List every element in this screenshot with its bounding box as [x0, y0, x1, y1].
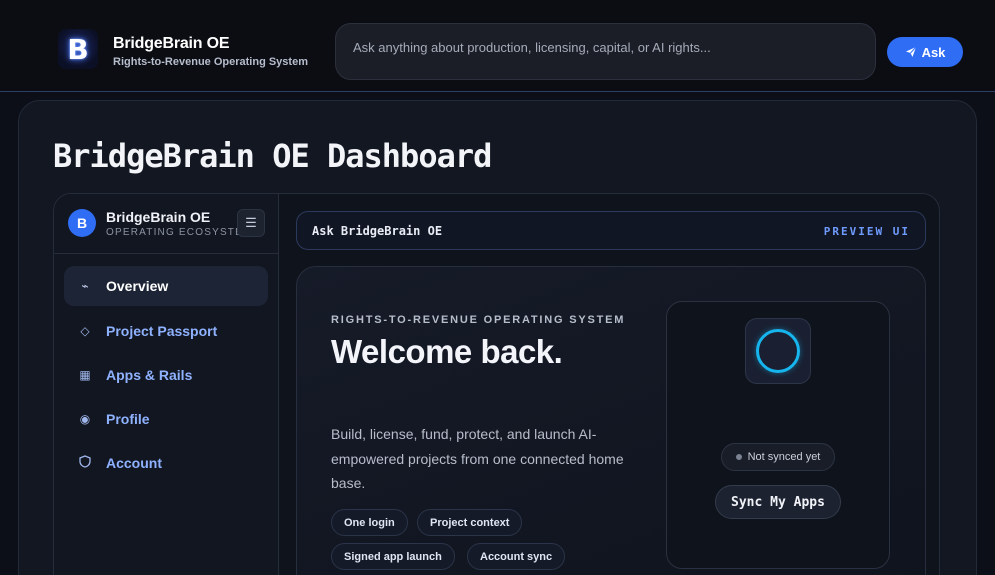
sidebar-item-label: Account [106, 455, 162, 471]
status-badge: Not synced yet [721, 443, 835, 471]
sidebar-item-overview[interactable]: ⌁ Overview [64, 266, 268, 306]
top-header: B BridgeBrain OE Rights-to-Revenue Opera… [0, 0, 995, 92]
orb-icon [756, 329, 800, 373]
app-preview-frame: B BridgeBrain OE OPERATING ECOSYSTEM ☰ ⌁… [53, 193, 940, 575]
shield-icon [78, 455, 92, 471]
search-input[interactable] [353, 37, 853, 57]
pulse-icon: ⌁ [81, 279, 89, 293]
status-dot-icon [735, 454, 742, 460]
sidebar-item-label: Apps & Rails [106, 367, 193, 383]
sidebar-item-project-passport[interactable]: ◇ Project Passport [64, 311, 268, 351]
sidebar-item-profile[interactable]: ◉ Profile [64, 399, 268, 439]
hero-description: Build, license, fund, protect, and launc… [331, 426, 624, 491]
sync-card: Not synced yet Sync My Apps [666, 301, 890, 569]
feature-chip: Project context [417, 509, 523, 536]
preview-badge: PREVIEW UI [823, 225, 910, 238]
feature-chip: Account sync [467, 543, 566, 570]
global-search[interactable] [335, 23, 876, 80]
hero-eyebrow: RIGHTS-TO-REVENUE OPERATING SYSTEM [331, 314, 626, 326]
ask-bridgebrain-bar[interactable]: Ask BridgeBrain OE PREVIEW UI [296, 211, 926, 250]
status-text: Not synced yet [747, 451, 821, 463]
sidebar-item-label: Profile [106, 411, 150, 427]
sidebar-title: BridgeBrain OE [106, 209, 211, 225]
target-icon: ◉ [79, 412, 91, 426]
ask-button-label: Ask [921, 44, 946, 60]
ask-button[interactable]: Ask [887, 37, 963, 67]
feature-chip: One login [331, 509, 408, 536]
brand-logo[interactable]: B [58, 29, 98, 69]
ask-bar-label: Ask BridgeBrain OE [312, 224, 443, 238]
sidebar-item-label: Overview [106, 278, 169, 294]
grid-icon: ▦ [79, 368, 91, 382]
sync-apps-button[interactable]: Sync My Apps [715, 485, 841, 519]
hamburger-icon: ☰ [245, 215, 257, 230]
logo-letter: B [67, 32, 89, 66]
diamond-icon: ◇ [80, 324, 90, 338]
welcome-card: RIGHTS-TO-REVENUE OPERATING SYSTEM Welco… [296, 266, 926, 575]
page-title: BridgeBrain OE Dashboard [53, 137, 492, 175]
avatar[interactable]: B [68, 209, 96, 237]
sidebar: B BridgeBrain OE OPERATING ECOSYSTEM ☰ ⌁… [54, 194, 279, 575]
sidebar-header: B BridgeBrain OE OPERATING ECOSYSTEM ☰ [54, 194, 279, 254]
feature-chip: Signed app launch [331, 543, 455, 570]
sidebar-subtitle: OPERATING ECOSYSTEM [106, 227, 253, 238]
sidebar-item-apps-rails[interactable]: ▦ Apps & Rails [64, 355, 268, 395]
brand-tagline: Rights-to-Revenue Operating System [113, 56, 308, 68]
brand-name: BridgeBrain OE [113, 35, 230, 52]
paper-plane-icon [905, 46, 916, 57]
hamburger-menu-button[interactable]: ☰ [237, 209, 265, 237]
sync-orb-tile [745, 318, 811, 384]
sidebar-item-account[interactable]: Account [64, 443, 268, 483]
welcome-heading: Welcome back. [331, 333, 563, 370]
sidebar-item-label: Project Passport [106, 323, 218, 339]
